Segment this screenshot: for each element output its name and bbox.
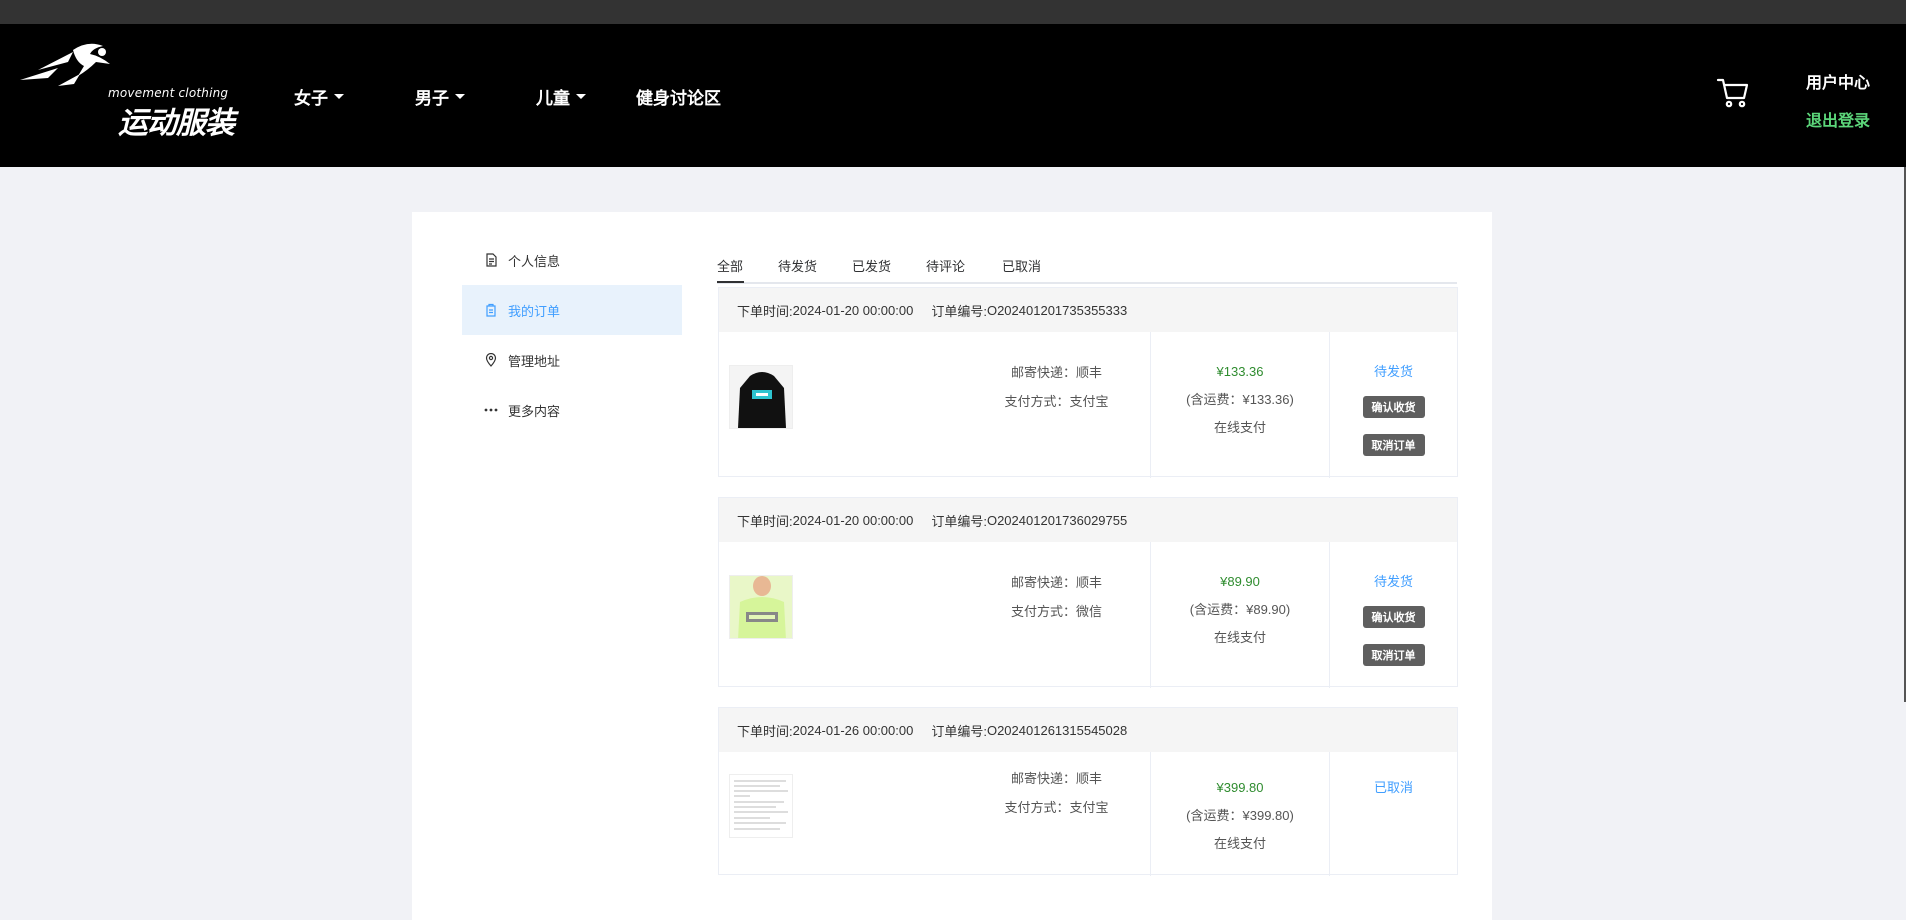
nav-kids[interactable]: 儿童 — [536, 84, 586, 109]
shipping-method: 邮寄快递：顺丰 — [1010, 365, 1102, 380]
site-header: movement clothing 运动服装 女子 男子 儿童 健身讨论区 用户… — [0, 24, 1906, 167]
price-column: ¥399.80 (含运费：¥399.80) 在线支付 — [1150, 752, 1330, 876]
order-body: 邮寄快递：顺丰 支付方式：支付宝 ¥133.36 (含运费：¥133.36) 在… — [719, 332, 1457, 478]
order-no-label: 订单编号: — [931, 513, 987, 529]
order-time: 2024-01-26 00:00:00 — [792, 722, 914, 738]
price-column: ¥133.36 (含运费：¥133.36) 在线支付 — [1150, 332, 1330, 478]
tab-shipped[interactable]: 已发货 — [852, 256, 891, 275]
shipping-method: 邮寄快递：顺丰 — [1010, 575, 1102, 590]
payment-method: 支付方式：支付宝 — [1004, 394, 1109, 409]
order-time: 2024-01-20 00:00:00 — [792, 512, 914, 528]
freight-note: (含运费：¥89.90) — [1189, 602, 1291, 617]
logout-link[interactable]: 退出登录 — [1806, 107, 1870, 131]
tab-cancelled[interactable]: 已取消 — [1002, 256, 1041, 275]
document-image — [730, 775, 792, 837]
order-time-label: 下单时间: — [737, 723, 793, 739]
order-status[interactable]: 待发货 — [1330, 568, 1457, 596]
cart-icon[interactable] — [1716, 76, 1750, 110]
nav-women-label: 女子 — [294, 89, 328, 108]
document-icon — [486, 253, 497, 267]
nav-men[interactable]: 男子 — [415, 84, 465, 109]
order-status[interactable]: 已取消 — [1330, 774, 1457, 802]
pay-type: 在线支付 — [1213, 420, 1266, 435]
freight-note: (含运费：¥399.80) — [1186, 808, 1294, 823]
sidebar-item-label: 管理地址 — [508, 353, 561, 369]
nav-fitness-forum-label: 健身讨论区 — [636, 89, 721, 108]
order-tabs: 全部 待发货 已发货 待评论 已取消 — [717, 244, 1457, 284]
sidebar-item-label: 个人信息 — [508, 253, 561, 269]
order-body: 邮寄快递：顺丰 支付方式：支付宝 ¥399.80 (含运费：¥399.80) 在… — [719, 752, 1457, 876]
order-header: 下单时间: 2024-01-20 00:00:00 订单编号: O2024012… — [719, 288, 1457, 332]
confirm-receipt-button[interactable]: 确认收货 — [1362, 606, 1425, 628]
order-no-label: 订单编号: — [931, 723, 987, 739]
nav-women[interactable]: 女子 — [294, 84, 344, 109]
user-center-panel: 个人信息 我的订单 管理地址 更多内容 全部 待发货 已发货 待评论 已取消 下… — [412, 212, 1492, 920]
shipping-info: 邮寄快递：顺丰 支付方式：微信 — [969, 568, 1144, 626]
order-icon — [486, 303, 496, 317]
tab-all[interactable]: 全部 — [717, 256, 743, 275]
user-sidebar: 个人信息 我的订单 管理地址 更多内容 — [462, 235, 682, 435]
cancel-order-button[interactable]: 取消订单 — [1362, 644, 1425, 666]
order-card: 下单时间: 2024-01-20 00:00:00 订单编号: O2024012… — [718, 287, 1458, 478]
caret-down-icon — [334, 94, 344, 99]
sidebar-item-label: 更多内容 — [508, 403, 561, 419]
nav-kids-label: 儿童 — [536, 89, 570, 108]
more-dots-icon — [484, 408, 498, 412]
product-thumbnail[interactable] — [729, 774, 793, 838]
site-logo[interactable]: movement clothing 运动服装 — [18, 40, 235, 141]
payment-method: 支付方式：微信 — [1010, 604, 1102, 619]
pay-type: 在线支付 — [1213, 836, 1266, 851]
order-price: ¥133.36 — [1216, 364, 1264, 379]
pay-type: 在线支付 — [1213, 630, 1266, 645]
lime-hoodie-image — [730, 576, 792, 638]
sidebar-item-profile[interactable]: 个人信息 — [462, 235, 682, 285]
sidebar-item-more[interactable]: 更多内容 — [462, 385, 682, 435]
order-card: 下单时间: 2024-01-20 00:00:00 订单编号: O2024012… — [718, 497, 1458, 688]
product-thumbnail[interactable] — [729, 365, 793, 429]
sidebar-item-manage-address[interactable]: 管理地址 — [462, 335, 682, 385]
order-time-label: 下单时间: — [737, 303, 793, 319]
nav-men-label: 男子 — [415, 89, 449, 108]
browser-top-strip — [0, 0, 1906, 24]
black-hoodie-image — [730, 366, 792, 428]
location-pin-icon — [485, 353, 497, 367]
order-number: O202401201736029755 — [986, 512, 1128, 528]
tab-pending-review[interactable]: 待评论 — [926, 256, 965, 275]
order-body: 邮寄快递：顺丰 支付方式：微信 ¥89.90 (含运费：¥89.90) 在线支付… — [719, 542, 1457, 688]
order-number: O202401201735355333 — [986, 302, 1128, 318]
order-time-label: 下单时间: — [737, 513, 793, 529]
shipping-info: 邮寄快递：顺丰 支付方式：支付宝 — [969, 764, 1144, 822]
status-column: 待发货 确认收货 取消订单 — [1330, 542, 1457, 688]
shipping-info: 邮寄快递：顺丰 支付方式：支付宝 — [969, 358, 1144, 416]
caret-down-icon — [576, 94, 586, 99]
order-number: O202401261315545028 — [986, 722, 1128, 738]
order-status[interactable]: 待发货 — [1330, 358, 1457, 386]
caret-down-icon — [455, 94, 465, 99]
confirm-receipt-button[interactable]: 确认收货 — [1362, 396, 1425, 418]
status-column: 已取消 — [1330, 752, 1457, 876]
freight-note: (含运费：¥133.36) — [1186, 392, 1294, 407]
user-center-link[interactable]: 用户中心 — [1806, 69, 1870, 93]
cancel-order-button[interactable]: 取消订单 — [1362, 434, 1425, 456]
active-tab-indicator — [717, 281, 744, 283]
order-price: ¥399.80 — [1216, 780, 1264, 795]
sidebar-item-my-orders[interactable]: 我的订单 — [462, 285, 682, 335]
nav-fitness-forum[interactable]: 健身讨论区 — [636, 84, 721, 109]
product-thumbnail[interactable] — [729, 575, 793, 639]
price-column: ¥89.90 (含运费：¥89.90) 在线支付 — [1150, 542, 1330, 688]
order-header: 下单时间: 2024-01-26 00:00:00 订单编号: O2024012… — [719, 708, 1457, 752]
shipping-method: 邮寄快递：顺丰 — [1010, 771, 1102, 786]
logo-chinese-text: 运动服装 — [118, 106, 235, 141]
tab-pending-shipment[interactable]: 待发货 — [778, 256, 817, 275]
payment-method: 支付方式：支付宝 — [1004, 800, 1109, 815]
order-card: 下单时间: 2024-01-26 00:00:00 订单编号: O2024012… — [718, 707, 1458, 876]
sidebar-item-label: 我的订单 — [508, 303, 561, 319]
order-header: 下单时间: 2024-01-20 00:00:00 订单编号: O2024012… — [719, 498, 1457, 542]
order-price: ¥89.90 — [1220, 574, 1260, 589]
order-no-label: 订单编号: — [931, 303, 987, 319]
status-column: 待发货 确认收货 取消订单 — [1330, 332, 1457, 478]
order-time: 2024-01-20 00:00:00 — [792, 302, 914, 318]
